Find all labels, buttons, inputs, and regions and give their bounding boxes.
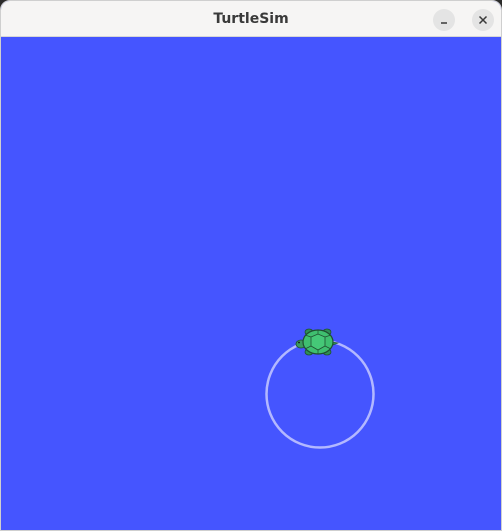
minimize-button[interactable] (433, 9, 455, 31)
close-icon (478, 15, 488, 25)
minimize-icon (441, 22, 447, 24)
turtle-icon (295, 328, 340, 356)
pen-trail (265, 339, 375, 449)
window-title: TurtleSim (213, 11, 289, 27)
title-bar[interactable]: TurtleSim (1, 1, 501, 37)
turtle-canvas (5, 37, 501, 530)
drawing-surface (265, 328, 375, 449)
turtlesim-window: TurtleSim (0, 0, 502, 531)
close-button[interactable] (472, 9, 494, 31)
